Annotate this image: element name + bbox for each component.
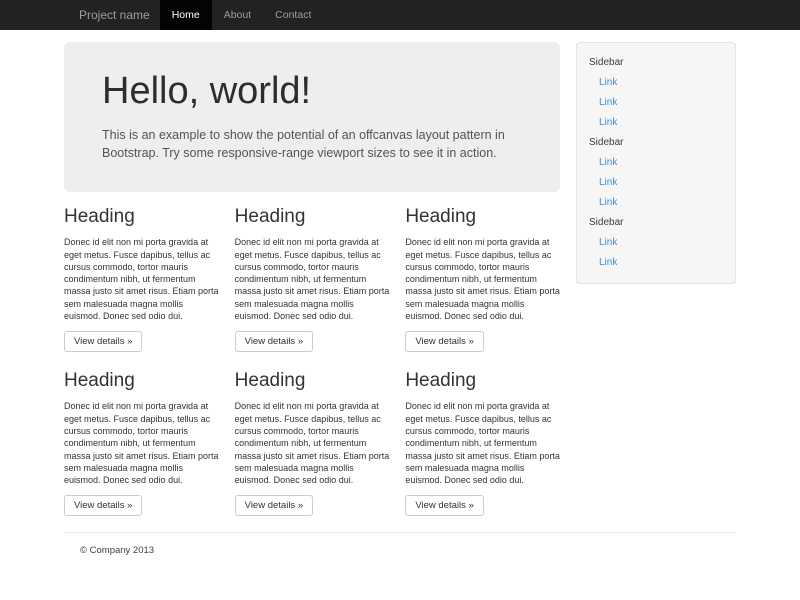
- view-details-button[interactable]: View details »: [64, 331, 142, 352]
- sidebar-link[interactable]: Link: [577, 253, 735, 273]
- jumbotron-description: This is an example to show the potential…: [102, 126, 522, 162]
- content-card-6: Heading Donec id elit non mi porta gravi…: [405, 370, 560, 516]
- card-body-text: Donec id elit non mi porta gravida at eg…: [405, 236, 560, 322]
- sidebar: Sidebar Link Link Link Sidebar Link Link…: [576, 42, 736, 284]
- card-body-text: Donec id elit non mi porta gravida at eg…: [64, 236, 219, 322]
- navbar-menu: Home About Contact: [160, 0, 324, 30]
- navbar-brand[interactable]: Project name: [64, 0, 160, 30]
- nav-item-about[interactable]: About: [212, 0, 263, 30]
- content-card-1: Heading Donec id elit non mi porta gravi…: [64, 206, 219, 352]
- card-heading: Heading: [64, 370, 219, 392]
- sidebar-group-header: Sidebar: [577, 53, 735, 73]
- view-details-button[interactable]: View details »: [64, 495, 142, 516]
- content-card-3: Heading Donec id elit non mi porta gravi…: [405, 206, 560, 352]
- page-footer: © Company 2013: [64, 532, 736, 556]
- sidebar-link[interactable]: Link: [577, 73, 735, 93]
- nav-item-home[interactable]: Home: [160, 0, 212, 30]
- sidebar-link[interactable]: Link: [577, 233, 735, 253]
- jumbotron-title: Hello, world!: [102, 70, 522, 113]
- nav-item-contact[interactable]: Contact: [263, 0, 323, 30]
- sidebar-link[interactable]: Link: [577, 113, 735, 133]
- sidebar-group-header: Sidebar: [577, 213, 735, 233]
- page-container: Hello, world! This is an example to show…: [64, 42, 736, 556]
- sidebar-link[interactable]: Link: [577, 173, 735, 193]
- top-navbar: Project name Home About Contact: [0, 0, 800, 30]
- view-details-button[interactable]: View details »: [405, 495, 483, 516]
- card-heading: Heading: [405, 370, 560, 392]
- card-body-text: Donec id elit non mi porta gravida at eg…: [235, 400, 390, 486]
- card-heading: Heading: [235, 206, 390, 228]
- main-row: Hello, world! This is an example to show…: [64, 42, 736, 516]
- jumbotron: Hello, world! This is an example to show…: [64, 42, 560, 192]
- sidebar-link[interactable]: Link: [577, 93, 735, 113]
- sidebar-link[interactable]: Link: [577, 193, 735, 213]
- card-heading: Heading: [405, 206, 560, 228]
- content-card-2: Heading Donec id elit non mi porta gravi…: [235, 206, 390, 352]
- sidebar-group-header: Sidebar: [577, 133, 735, 153]
- content-card-5: Heading Donec id elit non mi porta gravi…: [235, 370, 390, 516]
- view-details-button[interactable]: View details »: [235, 331, 313, 352]
- card-body-text: Donec id elit non mi porta gravida at eg…: [64, 400, 219, 486]
- view-details-button[interactable]: View details »: [405, 331, 483, 352]
- main-column: Hello, world! This is an example to show…: [64, 42, 560, 516]
- content-card-4: Heading Donec id elit non mi porta gravi…: [64, 370, 219, 516]
- card-heading: Heading: [64, 206, 219, 228]
- card-body-text: Donec id elit non mi porta gravida at eg…: [405, 400, 560, 486]
- view-details-button[interactable]: View details »: [235, 495, 313, 516]
- sidebar-nav-list: Sidebar Link Link Link Sidebar Link Link…: [577, 53, 735, 273]
- card-heading: Heading: [235, 370, 390, 392]
- cards-grid: Heading Donec id elit non mi porta gravi…: [64, 206, 560, 516]
- card-body-text: Donec id elit non mi porta gravida at eg…: [235, 236, 390, 322]
- copyright-text: © Company 2013: [64, 545, 736, 556]
- sidebar-link[interactable]: Link: [577, 153, 735, 173]
- footer-divider: [64, 532, 736, 533]
